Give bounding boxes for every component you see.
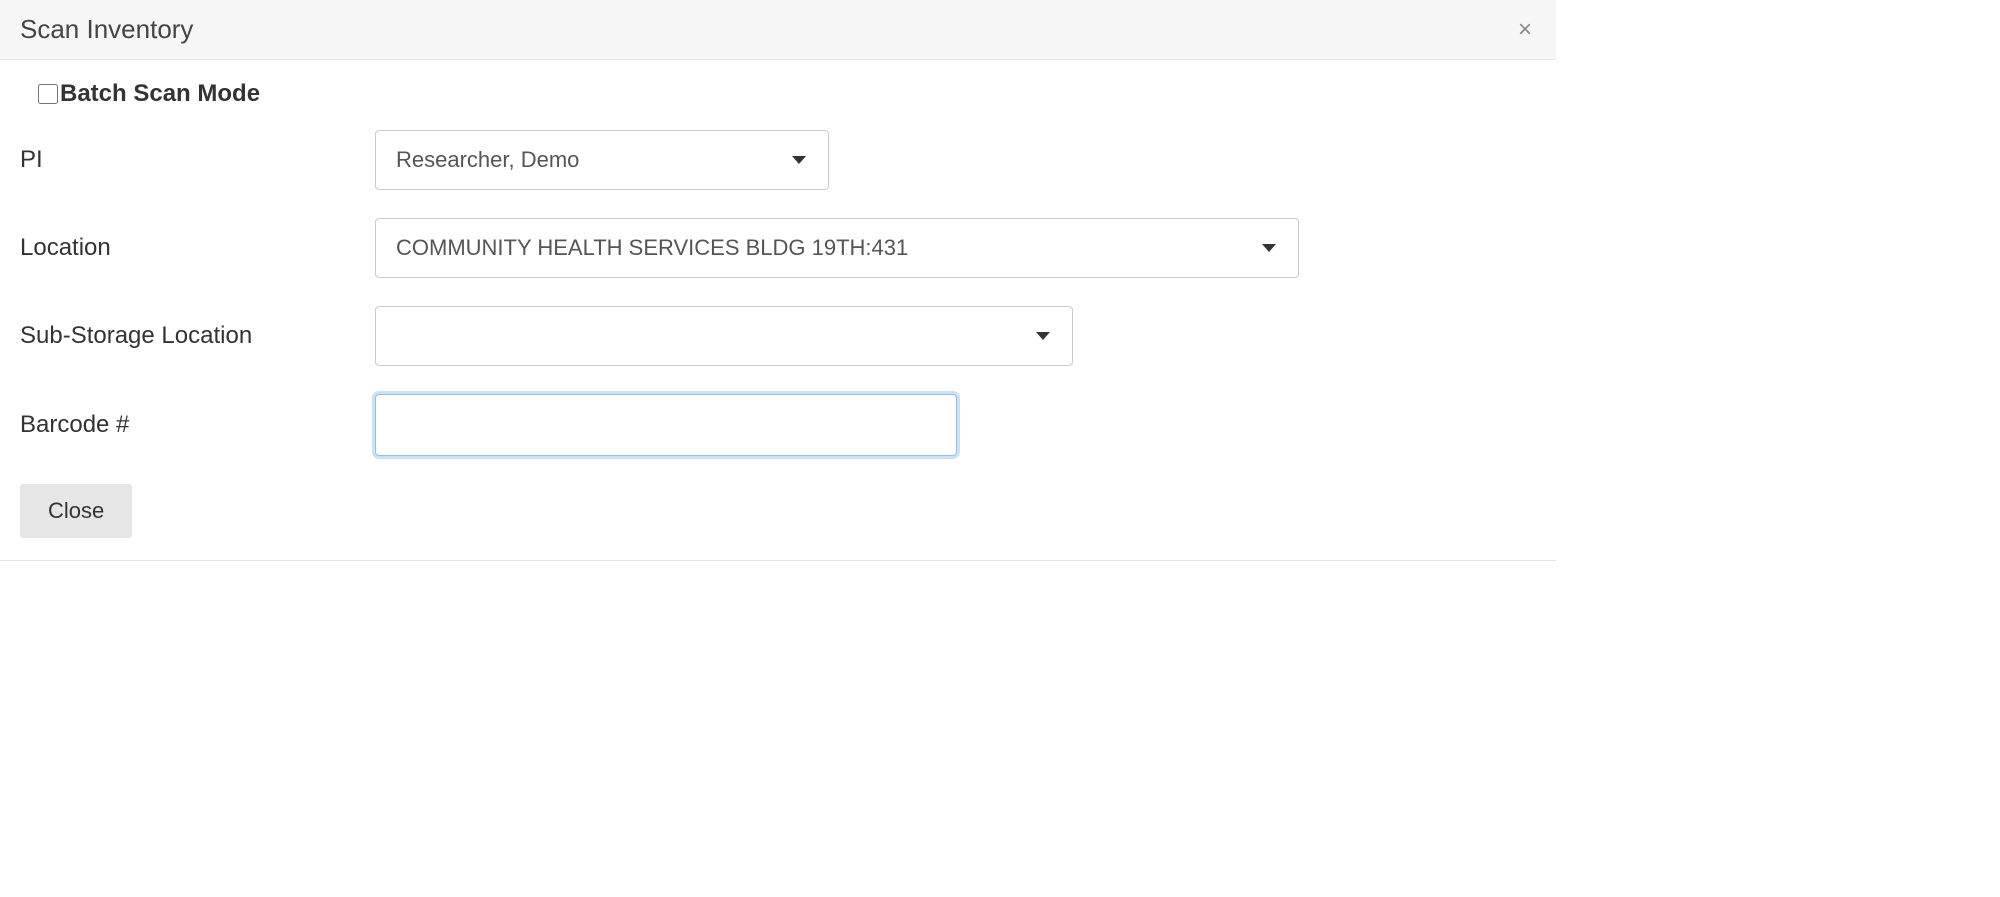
location-select[interactable]: COMMUNITY HEALTH SERVICES BLDG 19TH:431 (375, 218, 1299, 278)
pi-select[interactable]: Researcher, Demo (375, 130, 829, 190)
sub-storage-row: Sub-Storage Location (20, 306, 1536, 366)
batch-scan-row: Batch Scan Mode (38, 80, 1536, 108)
pi-select-value: Researcher, Demo (396, 147, 579, 173)
sub-storage-label: Sub-Storage Location (20, 322, 375, 350)
close-button[interactable]: Close (20, 484, 132, 538)
scan-inventory-dialog: Scan Inventory × Batch Scan Mode PI Rese… (0, 0, 1556, 561)
chevron-down-icon (1262, 244, 1276, 252)
location-label: Location (20, 234, 375, 262)
barcode-row: Barcode # (20, 394, 1536, 456)
barcode-label: Barcode # (20, 411, 375, 439)
batch-scan-checkbox[interactable] (38, 84, 58, 104)
chevron-down-icon (792, 156, 806, 164)
location-select-value: COMMUNITY HEALTH SERVICES BLDG 19TH:431 (396, 235, 908, 261)
barcode-input[interactable] (375, 394, 957, 456)
batch-scan-label: Batch Scan Mode (60, 80, 260, 108)
location-row: Location COMMUNITY HEALTH SERVICES BLDG … (20, 218, 1536, 278)
sub-storage-select[interactable] (375, 306, 1073, 366)
close-icon[interactable]: × (1514, 18, 1536, 42)
dialog-body: Batch Scan Mode PI Researcher, Demo Loca… (0, 60, 1556, 560)
pi-label: PI (20, 146, 375, 174)
chevron-down-icon (1036, 332, 1050, 340)
pi-row: PI Researcher, Demo (20, 130, 1536, 190)
dialog-footer: Close (20, 484, 1536, 538)
dialog-header: Scan Inventory × (0, 0, 1556, 60)
dialog-title: Scan Inventory (20, 14, 193, 45)
